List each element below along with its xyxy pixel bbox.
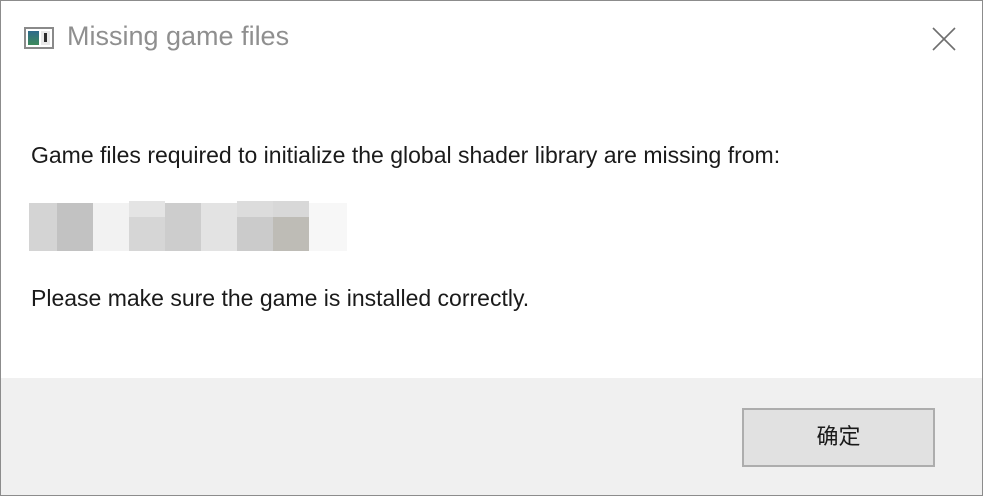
install-hint: Please make sure the game is installed c… (31, 285, 530, 311)
dialog-footer: 确定 (1, 378, 982, 495)
error-dialog: Missing game files Game files required t… (0, 0, 983, 496)
close-icon (932, 27, 956, 51)
ok-button[interactable]: 确定 (742, 408, 935, 467)
close-button[interactable] (918, 13, 970, 65)
dialog-content: Game files required to initialize the gl… (1, 77, 982, 378)
dialog-title: Missing game files (67, 21, 290, 51)
title-bar[interactable]: Missing game files (1, 1, 982, 77)
window-app-icon (24, 27, 54, 49)
error-message: Game files required to initialize the gl… (31, 142, 781, 168)
redacted-file-path (29, 201, 347, 251)
